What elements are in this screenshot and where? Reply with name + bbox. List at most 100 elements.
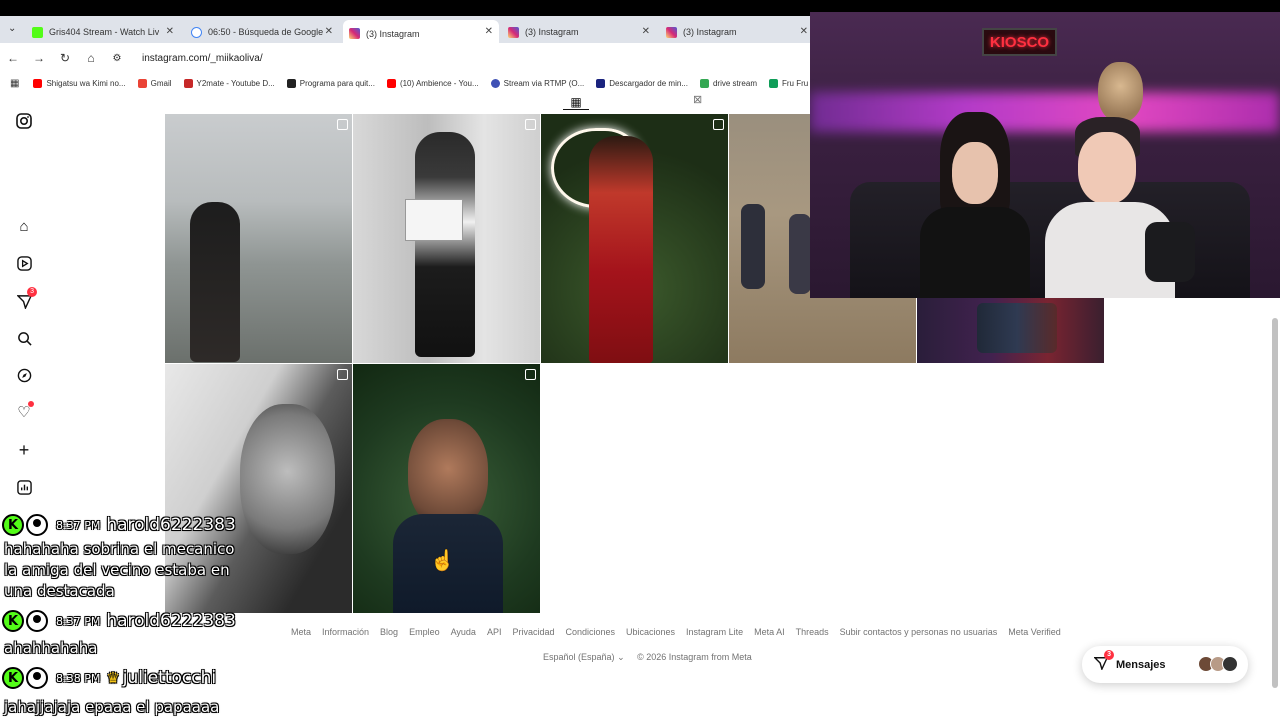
home-icon[interactable]: ⌂ xyxy=(15,217,33,235)
language-selector[interactable]: Español (España) xyxy=(543,652,615,662)
tab-list-chevron-icon[interactable]: ⌄ xyxy=(8,23,16,34)
bookmark-item[interactable]: Programa para quit... xyxy=(286,78,375,88)
bookmark-item[interactable]: Stream via RTMP (O... xyxy=(490,78,585,88)
close-tab-icon[interactable]: ✕ xyxy=(325,26,333,37)
messages-badge: 3 xyxy=(1104,650,1114,660)
bookmark-item[interactable]: Shigatsu wa Kimi no... xyxy=(33,78,126,88)
home-icon[interactable]: ⌂ xyxy=(78,51,104,65)
search-icon[interactable] xyxy=(15,329,33,347)
chat-username: juliettocchi xyxy=(122,668,217,688)
footer-link[interactable]: Condiciones xyxy=(565,627,615,637)
multi-post-icon xyxy=(337,369,348,380)
direct-messages-icon: 3 xyxy=(1093,650,1114,673)
chat-timestamp: 8:37 PM xyxy=(56,518,101,532)
explore-icon[interactable] xyxy=(15,366,33,384)
tab-tagged-icon[interactable]: ⊠ xyxy=(693,93,702,106)
kick-badge-icon: K xyxy=(2,667,24,689)
page-scrollbar[interactable] xyxy=(1272,318,1278,688)
bookmark-label: Y2mate - Youtube D... xyxy=(196,78,275,88)
close-tab-icon[interactable]: ✕ xyxy=(642,26,650,37)
tab-title: (3) Instagram xyxy=(683,27,737,37)
graduate-figure xyxy=(415,132,475,357)
post-thumbnail[interactable] xyxy=(165,114,352,363)
chevron-down-icon[interactable]: ⌄ xyxy=(617,652,625,662)
hand-cursor-icon: ☝ xyxy=(430,550,455,572)
footer-link[interactable]: Ayuda xyxy=(451,627,476,637)
reels-icon[interactable] xyxy=(15,254,33,272)
footer-link[interactable]: Privacidad xyxy=(512,627,554,637)
bookmark-item[interactable]: Fru Fru xyxy=(768,78,808,88)
footer-link[interactable]: Blog xyxy=(380,627,398,637)
bookmarks-bar: ▦ Shigatsu wa Kimi no... Gmail Y2mate - … xyxy=(0,73,810,93)
footer-link[interactable]: Meta AI xyxy=(754,627,785,637)
site-info-icon[interactable]: ⚙ xyxy=(104,53,130,64)
tab-google-search[interactable]: 06:50 - Búsqueda de Google ✕ xyxy=(185,20,339,44)
post-thumbnail[interactable] xyxy=(541,114,728,363)
footer-link[interactable]: Empleo xyxy=(409,627,440,637)
footer-link[interactable]: API xyxy=(487,627,502,637)
messages-button[interactable]: 3 Mensajes xyxy=(1082,646,1248,683)
google-icon xyxy=(191,26,202,38)
youtube-icon xyxy=(386,78,396,88)
chat-username: harold6222383 xyxy=(106,611,236,631)
address-bar: ← → ↻ ⌂ ⚙ instagram.com/_miikaoliva/ xyxy=(0,43,810,73)
bookmark-item[interactable]: drive stream xyxy=(699,78,757,88)
post-thumbnail[interactable] xyxy=(917,298,1104,363)
bookmark-icon xyxy=(768,78,778,88)
kick-icon xyxy=(32,26,43,38)
close-tab-icon[interactable]: ✕ xyxy=(485,26,493,37)
notifications-heart-icon[interactable]: ♡ xyxy=(15,401,34,421)
post-thumbnail[interactable] xyxy=(353,114,540,363)
close-tab-icon[interactable]: ✕ xyxy=(800,26,808,37)
multi-post-icon xyxy=(525,369,536,380)
person-silhouette xyxy=(190,202,240,362)
microphone xyxy=(1145,222,1195,282)
footer-link[interactable]: Instagram Lite xyxy=(686,627,743,637)
tab-posts-grid-icon[interactable]: ▦ xyxy=(563,95,589,110)
url-field[interactable]: instagram.com/_miikaoliva/ xyxy=(142,53,263,64)
profile-tabs: ▦ ⊠ xyxy=(165,93,810,113)
footer-link[interactable]: Información xyxy=(322,627,369,637)
apps-grid-icon[interactable]: ▦ xyxy=(10,78,19,89)
instagram-logo-icon[interactable] xyxy=(15,112,33,130)
bookmark-label: Gmail xyxy=(150,78,172,88)
program-icon xyxy=(286,78,296,88)
cat-figure xyxy=(1098,62,1143,122)
footer-link[interactable]: Subir contactos y personas no usuarias xyxy=(840,627,998,637)
back-icon[interactable]: ← xyxy=(0,51,26,65)
person-left xyxy=(920,112,1030,298)
chat-message-text: ahahhahaha xyxy=(4,639,98,657)
create-plus-icon[interactable]: + xyxy=(15,440,33,460)
instagram-icon xyxy=(666,26,677,38)
red-dress-figure xyxy=(589,136,653,363)
dashboard-icon[interactable] xyxy=(15,478,33,496)
chat-message-header: K 8:37 PM harold6222383 xyxy=(2,514,236,536)
forward-icon[interactable]: → xyxy=(26,51,52,65)
bookmark-label: (10) Ambience - You... xyxy=(399,78,479,88)
tab-instagram[interactable]: (3) Instagram ✕ xyxy=(502,20,656,44)
user-avatar-icon xyxy=(26,514,48,536)
tab-kick-stream[interactable]: Gris404 Stream - Watch Live on ✕ xyxy=(26,20,180,44)
bookmark-label: Stream via RTMP (O... xyxy=(503,78,585,88)
chat-timestamp: 8:38 PM xyxy=(56,671,101,685)
footer-link[interactable]: Ubicaciones xyxy=(626,627,675,637)
post-thumbnail[interactable] xyxy=(353,364,540,613)
crown-icon: ♛ xyxy=(106,669,120,687)
bookmark-item[interactable]: Descargador de min... xyxy=(596,78,688,88)
footer-link[interactable]: Threads xyxy=(796,627,829,637)
kick-badge-icon: K xyxy=(2,610,24,632)
tab-instagram[interactable]: (3) Instagram ✕ xyxy=(660,20,814,44)
footer-link[interactable]: Meta Verified xyxy=(1008,627,1061,637)
y2mate-icon xyxy=(183,78,193,88)
bookmark-label: Programa para quit... xyxy=(299,78,375,88)
downloader-icon xyxy=(596,78,606,88)
close-tab-icon[interactable]: ✕ xyxy=(166,26,174,37)
youtube-icon xyxy=(33,78,43,88)
bookmark-item[interactable]: Gmail xyxy=(137,78,172,88)
bookmark-item[interactable]: Y2mate - Youtube D... xyxy=(183,78,275,88)
direct-messages-icon[interactable]: 3 xyxy=(15,287,37,310)
bookmark-item[interactable]: (10) Ambience - You... xyxy=(386,78,479,88)
footer-link[interactable]: Meta xyxy=(291,627,311,637)
streamer-webcam: KIOSCO xyxy=(810,12,1280,298)
reload-icon[interactable]: ↻ xyxy=(52,51,78,65)
